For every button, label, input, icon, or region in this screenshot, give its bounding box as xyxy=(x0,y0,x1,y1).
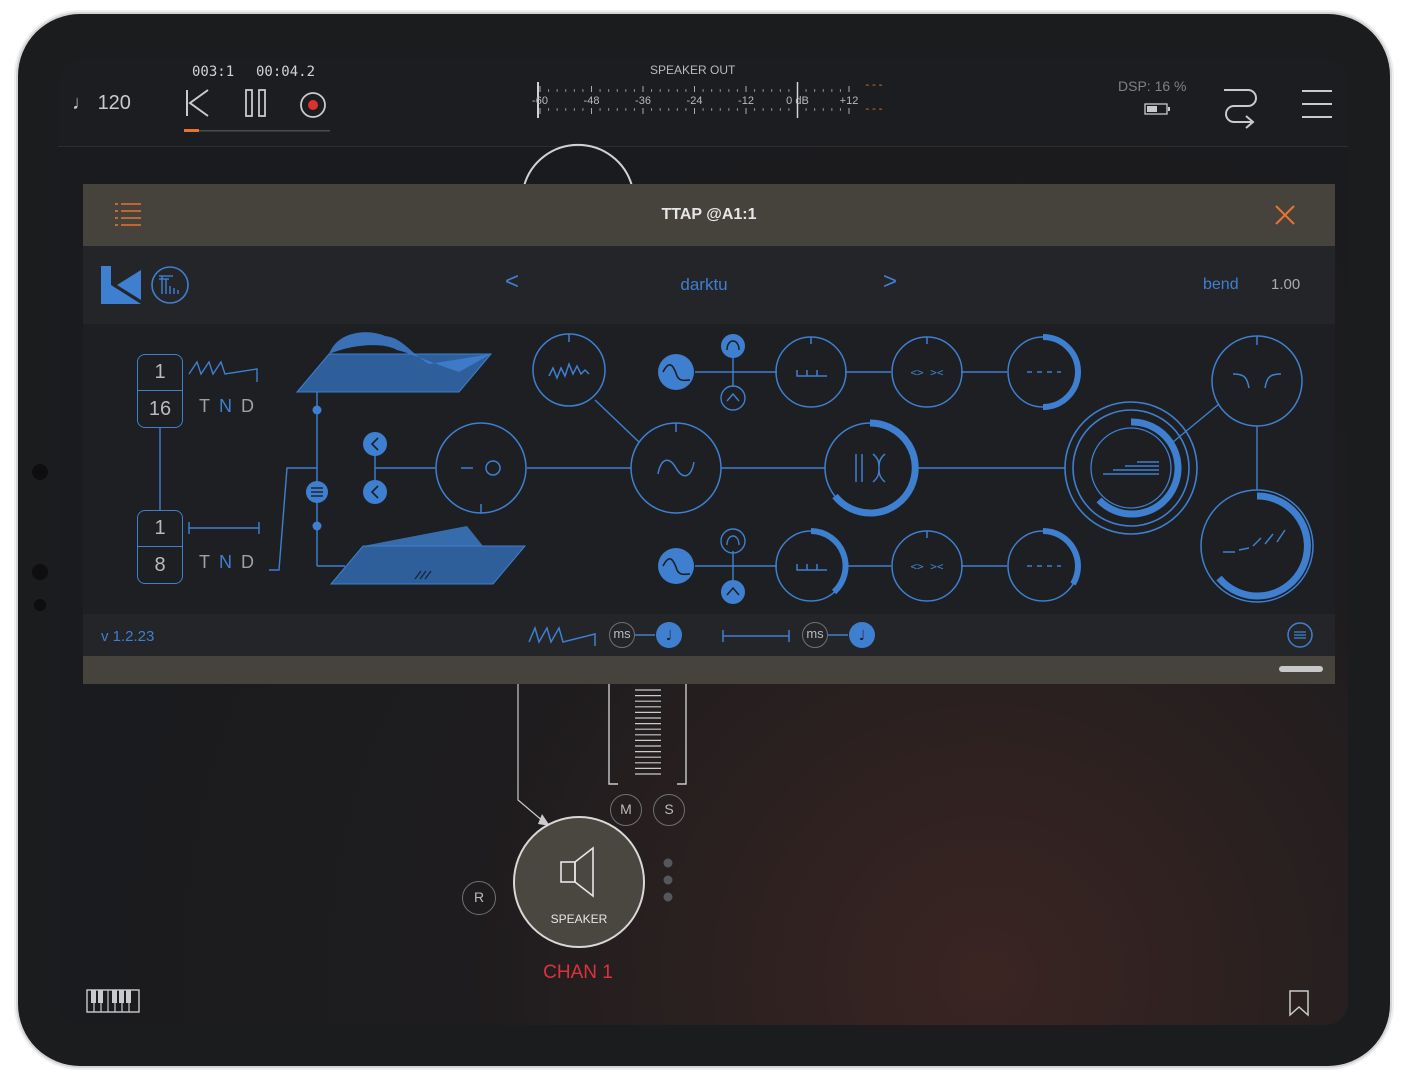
output-level-meter: -60 -48 -36 -24 -12 0 dB +12 xyxy=(532,82,858,118)
version-label: v 1.2.23 xyxy=(101,628,155,645)
playback-progress xyxy=(184,129,330,132)
side-sensor xyxy=(32,464,48,480)
svg-text:♩: ♩ xyxy=(859,628,866,644)
plugin-title: TTAP @A1:1 xyxy=(661,206,757,223)
pattern-knob-upper[interactable] xyxy=(775,336,847,408)
spread-knob[interactable] xyxy=(1200,489,1314,603)
delay-graph: 1 16 TND 1 8 TND <> >< <> >< xyxy=(83,324,1335,614)
param-value[interactable]: 1.00 xyxy=(1271,276,1300,293)
note-sync-icon[interactable]: ♩ xyxy=(848,621,878,651)
pause-icon[interactable] xyxy=(244,88,270,120)
options-menu-icon[interactable] xyxy=(1287,622,1315,650)
record-icon[interactable] xyxy=(299,91,327,119)
filter-button-upper[interactable] xyxy=(658,354,694,390)
bookmark-icon[interactable] xyxy=(1288,989,1310,1017)
svg-text:♩: ♩ xyxy=(666,628,673,644)
feedback-knob[interactable] xyxy=(435,422,527,514)
param-name: bend xyxy=(1203,276,1239,293)
keyboard-icon[interactable] xyxy=(86,989,142,1015)
meter-title: SPEAKER OUT xyxy=(650,63,736,77)
signal-flow-diagram: <> >< <> >< xyxy=(159,332,1314,604)
level-knob-upper[interactable] xyxy=(1007,334,1081,410)
transport-bar: ♩ 120 003:1 00:04.2 SPEAKER OUT -60 -48 … xyxy=(58,58,1348,147)
solo-button[interactable]: S xyxy=(653,794,685,826)
record-arm-button[interactable]: R xyxy=(462,881,496,915)
ms-toggle-2[interactable]: ms xyxy=(802,622,828,648)
level-knob-lower[interactable] xyxy=(1007,528,1081,602)
rewind-icon[interactable] xyxy=(184,88,214,120)
meter-scale-label: +12 xyxy=(840,95,859,107)
tempo-display[interactable]: ♩ 120 xyxy=(72,92,131,115)
peak-left: --- xyxy=(864,78,884,91)
rail-menu-button[interactable] xyxy=(306,481,328,503)
battery-icon xyxy=(1144,103,1170,115)
pattern-knob-lower[interactable] xyxy=(775,528,849,602)
ms-toggle-1[interactable]: ms xyxy=(609,622,635,648)
dsp-load: DSP: 16 % xyxy=(1118,78,1187,94)
modulation-knob[interactable] xyxy=(532,333,606,407)
plugin-bottom-bar xyxy=(83,656,1335,684)
speaker-output-node[interactable]: SPEAKER xyxy=(513,816,645,948)
envelope-lower[interactable] xyxy=(329,526,527,585)
toggle-link xyxy=(635,634,655,636)
pingpong-knob-upper[interactable]: <> >< xyxy=(891,336,963,408)
note-icon: ♩ xyxy=(72,92,92,114)
plugin-footer: v 1.2.23 ms ♩ ms ♩ xyxy=(83,614,1335,656)
bar-position: 003:1 xyxy=(192,64,235,80)
menu-icon[interactable] xyxy=(1302,88,1332,120)
curve-down-button-upper[interactable] xyxy=(720,385,746,411)
filter-button-lower[interactable] xyxy=(658,548,694,584)
toggle-link xyxy=(828,634,848,636)
ipad-frame: ♩ 120 003:1 00:04.2 SPEAKER OUT -60 -48 … xyxy=(18,14,1390,1066)
curve-up-button-upper[interactable] xyxy=(721,334,745,358)
note-sync-icon[interactable]: ♩ xyxy=(655,621,685,651)
sync-controls-2 xyxy=(722,630,790,642)
brand-logo-icon xyxy=(101,266,141,304)
tone-knob[interactable] xyxy=(1211,335,1303,427)
resize-handle[interactable] xyxy=(1279,666,1323,672)
preset-next-button[interactable]: > xyxy=(883,268,897,296)
channel-label: CHAN 1 xyxy=(543,962,613,983)
ttap-logo-icon xyxy=(151,266,189,304)
time-position: 00:04.2 xyxy=(256,64,316,80)
mix-knob[interactable] xyxy=(1064,401,1198,535)
crossfade-knob[interactable] xyxy=(630,422,722,514)
preset-name[interactable]: darktu xyxy=(627,275,781,295)
mute-button[interactable]: M xyxy=(610,794,642,826)
close-icon[interactable] xyxy=(1275,205,1295,225)
output-label: SPEAKER xyxy=(550,912,608,926)
preset-prev-button[interactable]: < xyxy=(505,268,519,296)
curve-up-button-lower[interactable] xyxy=(720,528,746,554)
meter-scale-label: -12 xyxy=(738,95,754,107)
plugin-preset-bar: < darktu > bend 1.00 xyxy=(83,246,1335,324)
stereo-width-knob[interactable] xyxy=(824,419,919,517)
meter-scale-label: -48 xyxy=(584,95,600,107)
meter-scale-label: -36 xyxy=(635,95,651,107)
chevron-left-icon[interactable] xyxy=(363,432,387,456)
pingpong-knob-lower[interactable]: <> >< xyxy=(891,530,963,602)
svg-text:<> ><: <> >< xyxy=(910,560,943,573)
routing-icon[interactable] xyxy=(1222,84,1262,129)
envelope-upper[interactable] xyxy=(295,332,493,393)
speaker-icon xyxy=(560,846,594,898)
plugin-header: TTAP @A1:1 xyxy=(83,184,1335,246)
side-sensor xyxy=(32,564,48,580)
more-options-icon[interactable] xyxy=(662,858,674,908)
plugin-window: TTAP @A1:1 < darktu > bend 1.00 1 16 TND… xyxy=(83,184,1335,684)
app-screen: ♩ 120 003:1 00:04.2 SPEAKER OUT -60 -48 … xyxy=(58,58,1348,1025)
meter-scale-label: -60 xyxy=(532,95,548,107)
curve-down-button-lower[interactable] xyxy=(721,580,745,604)
tempo-value: 120 xyxy=(97,92,131,114)
side-sensor xyxy=(34,599,46,611)
meter-scale-label: -24 xyxy=(687,95,703,107)
channel-fader[interactable] xyxy=(606,684,690,788)
svg-text:<> ><: <> >< xyxy=(910,366,943,379)
chevron-left-icon[interactable] xyxy=(363,480,387,504)
peak-right: --- xyxy=(864,102,884,115)
